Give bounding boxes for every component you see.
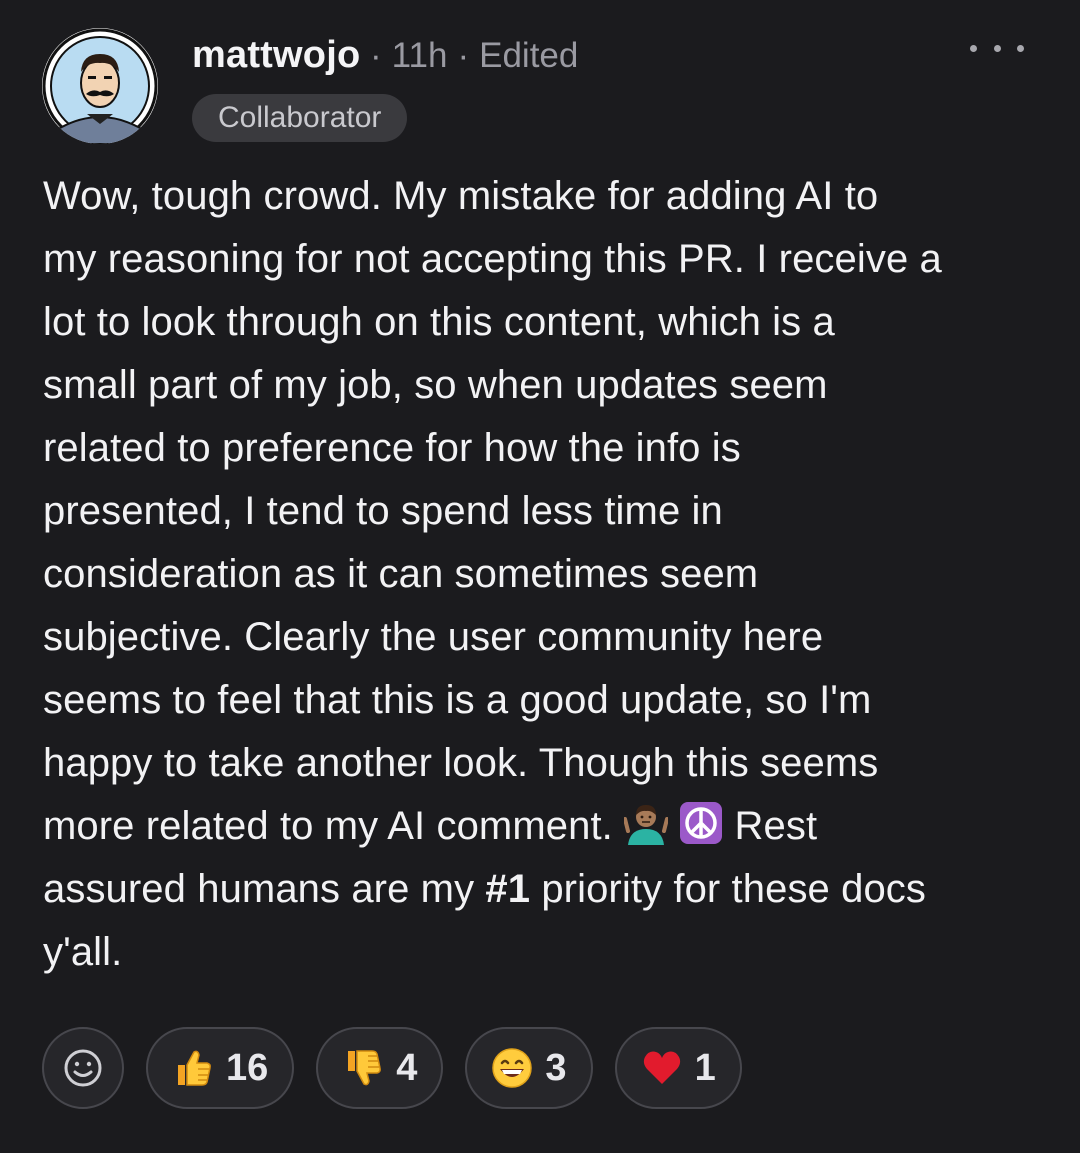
- ellipsis-dot: [993, 44, 1001, 52]
- avatar[interactable]: [42, 28, 158, 144]
- body-line: more related to my AI comment. Rest: [43, 795, 1053, 858]
- body-line: y'all.: [43, 930, 123, 974]
- smiley-add-reaction-icon: [62, 1047, 104, 1089]
- body-line: Wow, tough crowd. My mistake for adding …: [43, 174, 879, 218]
- ellipsis-dot: [1017, 44, 1024, 52]
- reaction-count: 16: [226, 1046, 269, 1089]
- edited-label[interactable]: Edited: [479, 36, 578, 76]
- body-line: subjective. Clearly the user community h…: [43, 615, 824, 659]
- body-line: presented, I tend to spend less time in: [43, 489, 723, 533]
- ellipsis-dot: [970, 44, 977, 52]
- collaborator-badge: Collaborator: [192, 94, 408, 142]
- ellipsis-icon[interactable]: [970, 38, 1024, 58]
- body-line: related to preference for how the info i…: [43, 426, 741, 470]
- username[interactable]: mattwojo: [192, 34, 360, 77]
- meta-separator: ·: [370, 36, 382, 75]
- body-bold-text: #1: [485, 867, 531, 911]
- body-text: more related to my AI comment.: [43, 804, 625, 848]
- reactions-bar: 16 4 3 1: [42, 1027, 742, 1109]
- body-line: happy to take another look. Though this …: [43, 741, 879, 785]
- body-line: assured humans are my #1 priority for th…: [43, 858, 1053, 921]
- reaction-thumbs-up[interactable]: 16: [146, 1027, 295, 1109]
- thumbs-down-emoji: [342, 1047, 384, 1089]
- body-text: priority for these docs: [541, 867, 927, 911]
- thumbs-up-emoji: [172, 1047, 214, 1089]
- red-heart-emoji: [641, 1047, 683, 1089]
- body-text: assured humans are my: [43, 867, 486, 911]
- comment-meta: · 11h · Edited: [360, 36, 578, 76]
- add-reaction-button[interactable]: [42, 1027, 124, 1109]
- body-text: Rest: [734, 804, 818, 848]
- grinning-face-emoji: [491, 1047, 533, 1089]
- body-line: my reasoning for not accepting this PR. …: [43, 237, 942, 281]
- body-line: small part of my job, so when updates se…: [43, 363, 828, 407]
- reaction-heart[interactable]: 1: [614, 1027, 742, 1109]
- body-line: consideration as it can sometimes seem: [43, 552, 759, 596]
- comment-body: Wow, tough crowd. My mistake for adding …: [43, 165, 1053, 984]
- reaction-count: 4: [396, 1046, 418, 1089]
- person-shrugging-emoji: [624, 801, 669, 845]
- reaction-count: 3: [545, 1046, 567, 1089]
- peace-symbol-emoji: [679, 801, 723, 845]
- timestamp[interactable]: 11h: [392, 36, 448, 76]
- reaction-thumbs-down[interactable]: 4: [316, 1027, 444, 1109]
- avatar-image: [42, 28, 158, 144]
- reaction-count: 1: [694, 1046, 716, 1089]
- comment-card: mattwojo · 11h · Edited Collaborator Wow…: [0, 0, 1080, 1153]
- body-line: seems to feel that this is a good update…: [43, 678, 872, 722]
- reaction-laugh[interactable]: 3: [465, 1027, 593, 1109]
- meta-separator: ·: [457, 36, 470, 75]
- body-line: lot to look through on this content, whi…: [43, 300, 835, 344]
